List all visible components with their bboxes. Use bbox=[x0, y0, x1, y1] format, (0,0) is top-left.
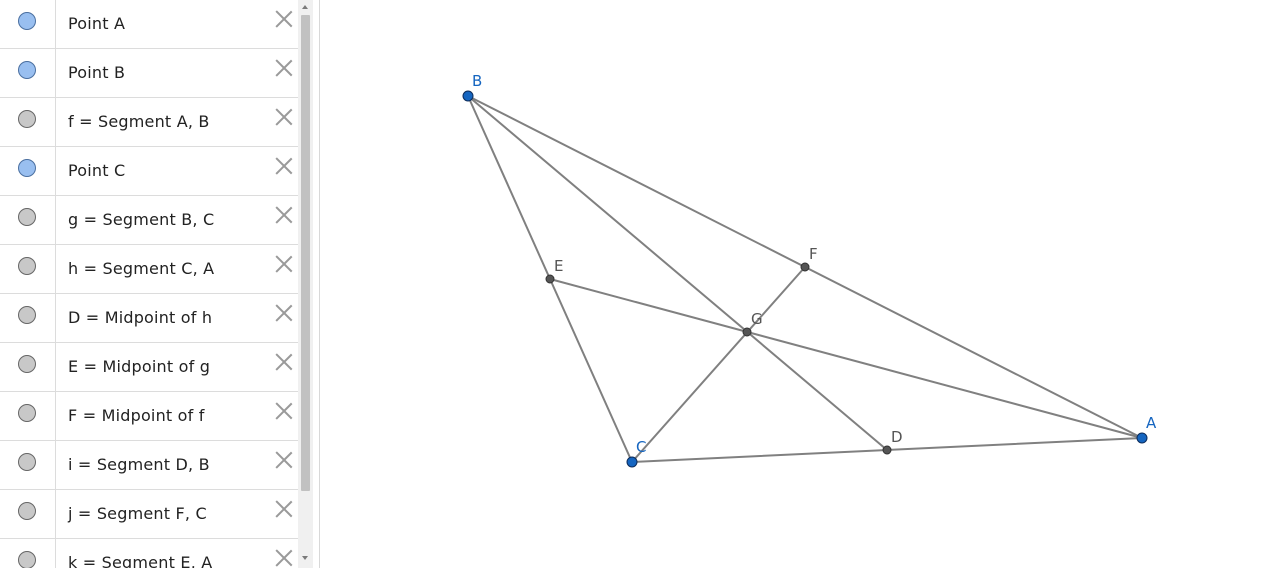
algebra-row[interactable]: g = Segment B, C bbox=[0, 196, 298, 245]
visibility-marble-icon[interactable] bbox=[18, 12, 36, 30]
segment-j[interactable] bbox=[631, 266, 806, 463]
label-g: G bbox=[751, 310, 763, 328]
label-a: A bbox=[1146, 414, 1157, 432]
algebra-row[interactable]: E = Midpoint of g bbox=[0, 343, 298, 392]
visibility-marble-icon[interactable] bbox=[18, 306, 36, 324]
algebra-row-label: F = Midpoint of f bbox=[68, 406, 205, 425]
scroll-down-arrow-icon[interactable] bbox=[302, 556, 308, 560]
visibility-toggle-cell bbox=[0, 98, 56, 146]
visibility-marble-icon[interactable] bbox=[18, 110, 36, 128]
delete-close-icon[interactable] bbox=[275, 255, 293, 273]
point-f[interactable] bbox=[800, 262, 810, 272]
algebra-row-label: g = Segment B, C bbox=[68, 210, 215, 229]
visibility-toggle-cell bbox=[0, 245, 56, 293]
algebra-row[interactable]: j = Segment F, C bbox=[0, 490, 298, 539]
label-f: F bbox=[809, 245, 818, 263]
point-a[interactable] bbox=[1136, 432, 1148, 444]
algebra-row-label: h = Segment C, A bbox=[68, 259, 215, 278]
algebra-row-label: Point B bbox=[68, 63, 126, 82]
algebra-view: Point A Point B f = Segment A, B Point C… bbox=[0, 0, 320, 568]
visibility-toggle-cell bbox=[0, 441, 56, 489]
scroll-up-arrow-icon[interactable] bbox=[302, 5, 308, 9]
algebra-row-label: k = Segment E, A bbox=[68, 553, 213, 568]
visibility-toggle-cell bbox=[0, 490, 56, 538]
algebra-scrollbar[interactable] bbox=[298, 0, 313, 568]
algebra-row[interactable]: F = Midpoint of f bbox=[0, 392, 298, 441]
geogebra-app: Point A Point B f = Segment A, B Point C… bbox=[0, 0, 1280, 568]
delete-close-icon[interactable] bbox=[275, 500, 293, 518]
point-c[interactable] bbox=[626, 456, 638, 468]
visibility-marble-icon[interactable] bbox=[18, 453, 36, 471]
label-e: E bbox=[554, 257, 563, 275]
delete-close-icon[interactable] bbox=[275, 10, 293, 28]
algebra-list: Point A Point B f = Segment A, B Point C… bbox=[0, 0, 298, 568]
delete-close-icon[interactable] bbox=[275, 206, 293, 224]
algebra-row-label: D = Midpoint of h bbox=[68, 308, 213, 327]
panel-divider[interactable] bbox=[313, 0, 319, 568]
delete-close-icon[interactable] bbox=[275, 353, 293, 371]
visibility-toggle-cell bbox=[0, 343, 56, 391]
visibility-toggle-cell bbox=[0, 294, 56, 342]
algebra-row-label: Point A bbox=[68, 14, 126, 33]
label-d: D bbox=[891, 428, 903, 446]
delete-close-icon[interactable] bbox=[275, 304, 293, 322]
visibility-toggle-cell bbox=[0, 196, 56, 244]
algebra-row[interactable]: h = Segment C, A bbox=[0, 245, 298, 294]
delete-close-icon[interactable] bbox=[275, 108, 293, 126]
point-e[interactable] bbox=[545, 274, 555, 284]
algebra-row[interactable]: i = Segment D, B bbox=[0, 441, 298, 490]
visibility-toggle-cell bbox=[0, 147, 56, 195]
point-b[interactable] bbox=[462, 90, 474, 102]
visibility-marble-icon[interactable] bbox=[18, 208, 36, 226]
delete-close-icon[interactable] bbox=[275, 402, 293, 420]
graphics-view[interactable]: A B C D E F G bbox=[320, 0, 1280, 568]
algebra-row-label: f = Segment A, B bbox=[68, 112, 210, 131]
scrollbar-thumb[interactable] bbox=[301, 15, 310, 491]
visibility-marble-icon[interactable] bbox=[18, 404, 36, 422]
visibility-marble-icon[interactable] bbox=[18, 502, 36, 520]
delete-close-icon[interactable] bbox=[275, 157, 293, 175]
visibility-marble-icon[interactable] bbox=[18, 551, 36, 568]
delete-close-icon[interactable] bbox=[275, 451, 293, 469]
algebra-row-label: i = Segment D, B bbox=[68, 455, 210, 474]
visibility-marble-icon[interactable] bbox=[18, 257, 36, 275]
algebra-row-label: Point C bbox=[68, 161, 126, 180]
algebra-row[interactable]: k = Segment E, A bbox=[0, 539, 298, 568]
point-d[interactable] bbox=[882, 445, 892, 455]
label-c: C bbox=[636, 438, 646, 456]
algebra-row[interactable]: Point A bbox=[0, 0, 298, 49]
visibility-marble-icon[interactable] bbox=[18, 355, 36, 373]
visibility-marble-icon[interactable] bbox=[18, 159, 36, 177]
algebra-row[interactable]: Point B bbox=[0, 49, 298, 98]
algebra-row[interactable]: Point C bbox=[0, 147, 298, 196]
visibility-toggle-cell bbox=[0, 392, 56, 440]
visibility-marble-icon[interactable] bbox=[18, 61, 36, 79]
visibility-toggle-cell bbox=[0, 49, 56, 97]
algebra-row[interactable]: D = Midpoint of h bbox=[0, 294, 298, 343]
point-g[interactable] bbox=[742, 327, 752, 337]
algebra-row-label: E = Midpoint of g bbox=[68, 357, 211, 376]
delete-close-icon[interactable] bbox=[275, 549, 293, 567]
segment-i[interactable] bbox=[467, 95, 888, 451]
label-b: B bbox=[472, 72, 482, 90]
delete-close-icon[interactable] bbox=[275, 59, 293, 77]
graphics-canvas[interactable]: A B C D E F G bbox=[320, 0, 1280, 568]
algebra-row-label: j = Segment F, C bbox=[68, 504, 207, 523]
visibility-toggle-cell bbox=[0, 539, 56, 568]
visibility-toggle-cell bbox=[0, 0, 56, 48]
algebra-row[interactable]: f = Segment A, B bbox=[0, 98, 298, 147]
